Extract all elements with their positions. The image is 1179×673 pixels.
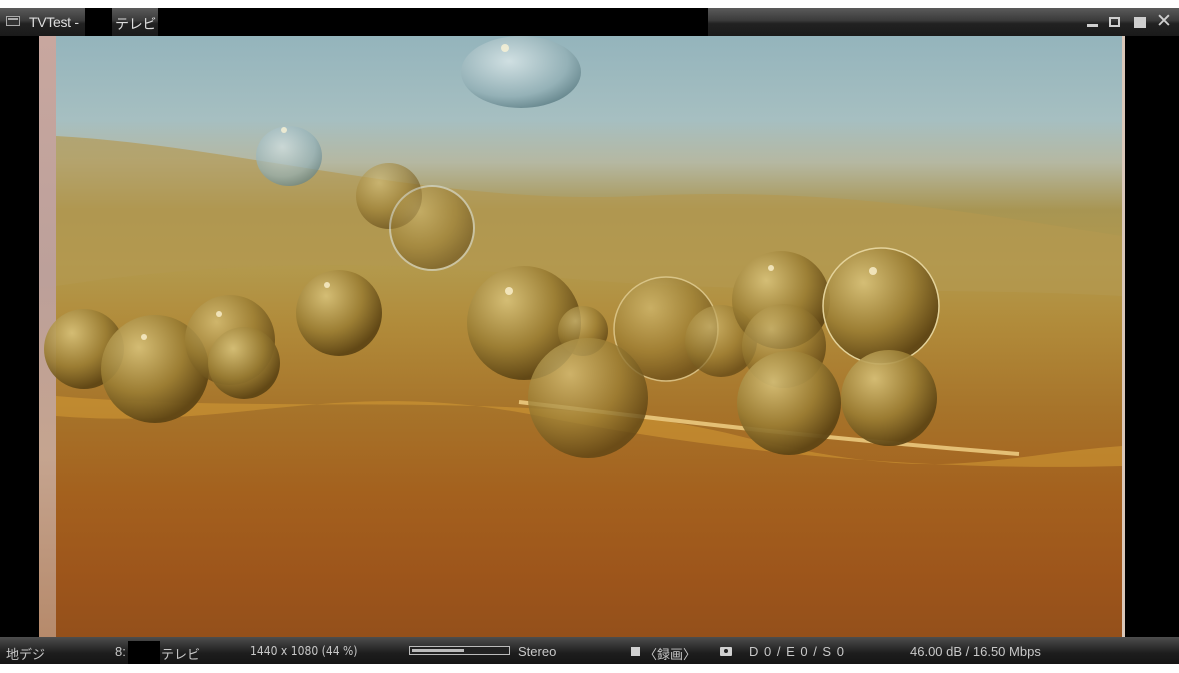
camera-icon[interactable] [720, 647, 732, 656]
audio-mode[interactable]: Stereo [518, 644, 556, 659]
liquid-surface [56, 136, 1122, 296]
minimize-button[interactable] [1084, 12, 1102, 32]
error-counters[interactable]: D 0 / E 0 / S 0 [749, 644, 845, 659]
volume-level-fill [412, 649, 464, 652]
redacted-block [158, 8, 708, 36]
redacted-block [85, 8, 112, 36]
channel-name[interactable]: テレビ [161, 644, 200, 663]
video-image [44, 36, 1122, 467]
close-button[interactable]: ✕ [1155, 12, 1173, 32]
page-margin-bottom [0, 664, 1179, 673]
title-bar[interactable]: TVTest - テレビ / ✕ [0, 8, 1179, 36]
network-type[interactable]: 地デジ [6, 644, 45, 663]
signal-level[interactable]: 46.00 dB / 16.50 Mbps [910, 644, 1041, 659]
tv-window-icon[interactable] [6, 16, 20, 26]
video-frame [39, 36, 1125, 637]
channel-number[interactable]: 8: [115, 644, 126, 659]
video-edge-right [1122, 36, 1125, 637]
droplet [461, 36, 581, 108]
restore-button[interactable] [1106, 12, 1124, 32]
record-square-icon[interactable] [631, 647, 640, 656]
volume-slider[interactable] [409, 646, 510, 655]
window-title-channel: テレビ / [115, 16, 164, 32]
droplet [256, 126, 322, 186]
window-title-prefix: TVTest - [29, 14, 79, 30]
video-resolution[interactable]: 1440 x 1080 (44 %) [250, 644, 357, 658]
video-viewport[interactable] [0, 36, 1179, 637]
status-bar: 地デジ 8: テレビ 1440 x 1080 (44 %) Stereo 〈録画… [0, 637, 1179, 664]
record-status[interactable]: 〈録画〉 [644, 644, 696, 663]
redacted-block [128, 641, 160, 664]
page-margin-top [0, 0, 1179, 8]
maximize-button[interactable] [1131, 12, 1149, 32]
